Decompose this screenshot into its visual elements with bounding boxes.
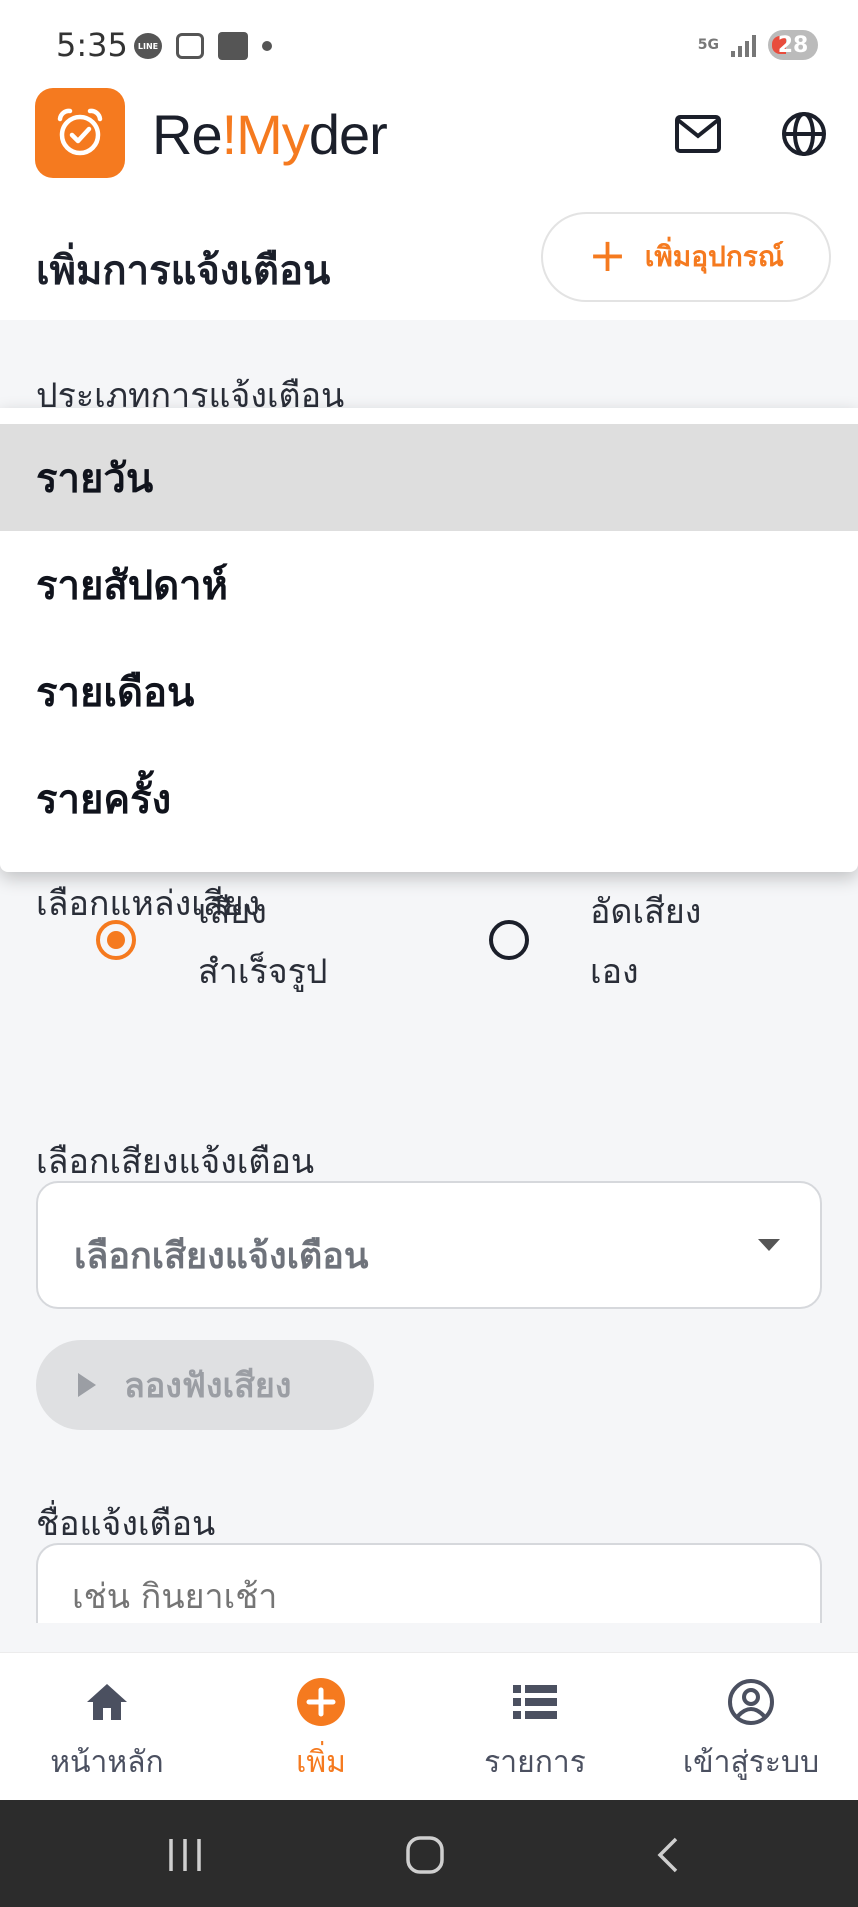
nav-label-list: รายการ [484, 1745, 586, 1780]
plus-icon: + [588, 228, 627, 282]
add-device-label: เพิ่มอุปกรณ์ [644, 240, 784, 273]
battery-icon: 28 [768, 30, 818, 60]
play-icon [78, 1373, 96, 1397]
radio-record-label[interactable]: อัดเสียง เอง [590, 882, 701, 1002]
sound-source-options: เสียง สำเร็จรูป อัดเสียง เอง [0, 892, 858, 1074]
nav-item-login[interactable]: เข้าสู่ระบบ [644, 1653, 858, 1801]
nav-label-add: เพิ่ม [296, 1745, 346, 1780]
brand-name: Re!Myder [152, 102, 388, 167]
list-icon [510, 1677, 560, 1727]
mail-icon [675, 115, 721, 153]
recent-apps-icon [169, 1839, 201, 1871]
home-icon [82, 1677, 132, 1727]
system-nav-bar [0, 1800, 858, 1907]
add-device-button[interactable]: + เพิ่มอุปกรณ์ [541, 212, 831, 302]
app-header: Re!Myder [0, 84, 858, 184]
brand-prefix: Re [152, 103, 223, 166]
home-circle-icon [406, 1836, 444, 1874]
radio-record-line2: เอง [590, 952, 639, 992]
radio-preset-line2: สำเร็จรูป [198, 952, 328, 992]
sound-label: เลือกเสียงแจ้งเตือน [36, 1142, 315, 1182]
radio-preset-line1: เสียง [198, 892, 267, 932]
dropdown-item-monthly[interactable]: รายเดือน [0, 638, 858, 745]
mail-button[interactable] [672, 108, 724, 160]
battery-level: 28 [777, 32, 809, 58]
nav-item-home[interactable]: หน้าหลัก [0, 1653, 214, 1801]
page-title: เพิ่มการแจ้งเตือน [36, 248, 331, 294]
add-circle-icon [296, 1677, 346, 1727]
back-system-button[interactable] [642, 1830, 692, 1880]
name-label: ชื่อแจ้งเตือน [36, 1504, 216, 1544]
status-time: 5:35 [56, 26, 128, 64]
status-bar: 5:35 LINE 5G 28 [0, 0, 858, 84]
sound-select-value: เลือกเสียงแจ้งเตือน [74, 1236, 369, 1277]
caret-down-icon [758, 1239, 780, 1251]
system-status-icons: 5G 28 [698, 30, 818, 60]
network-type: 5G [697, 37, 719, 53]
radio-preset-sound[interactable] [96, 920, 136, 960]
globe-icon [782, 112, 826, 156]
dropdown-item-once[interactable]: รายครั้ง [0, 745, 858, 852]
back-chevron-icon [657, 1837, 678, 1873]
nav-label-login: เข้าสู่ระบบ [682, 1745, 820, 1780]
name-input[interactable] [72, 1577, 672, 1617]
brand-accent: !My [221, 103, 310, 166]
more-notifications-icon [262, 41, 272, 51]
language-button[interactable] [778, 108, 830, 160]
shopping-bag-icon [218, 32, 248, 60]
nav-item-add[interactable]: เพิ่ม [214, 1653, 428, 1801]
name-input-wrapper [36, 1543, 822, 1623]
bottom-nav: หน้าหลัก เพิ่ม รายการ เข้าสู่ระบบ [0, 1652, 858, 1800]
brand-suffix: der [308, 103, 388, 166]
alarm-clock-icon [57, 108, 103, 156]
sound-select[interactable]: เลือกเสียงแจ้งเตือน [36, 1181, 822, 1309]
nav-label-home: หน้าหลัก [50, 1745, 164, 1780]
line-icon: LINE [134, 33, 162, 59]
reminder-type-dropdown: รายวัน รายสัปดาห์ รายเดือน รายครั้ง [0, 408, 858, 872]
recent-apps-button[interactable] [160, 1830, 210, 1880]
radio-record-line1: อัดเสียง [590, 892, 702, 932]
screenshot-icon [176, 33, 204, 59]
radio-record-sound[interactable] [489, 920, 529, 960]
preview-sound-label: ลองฟังเสียง [124, 1366, 292, 1406]
app-logo[interactable] [35, 88, 125, 178]
dropdown-item-daily[interactable]: รายวัน [0, 424, 858, 531]
home-system-button[interactable] [400, 1830, 450, 1880]
title-row: เพิ่มการแจ้งเตือน + เพิ่มอุปกรณ์ [0, 184, 858, 320]
dropdown-item-weekly[interactable]: รายสัปดาห์ [0, 531, 858, 638]
signal-icon [731, 33, 756, 57]
notification-icons: LINE [134, 32, 272, 60]
nav-item-list[interactable]: รายการ [428, 1653, 642, 1801]
user-circle-icon [726, 1677, 776, 1727]
preview-sound-button[interactable]: ลองฟังเสียง [36, 1340, 374, 1430]
radio-preset-label[interactable]: เสียง สำเร็จรูป [198, 882, 328, 1002]
